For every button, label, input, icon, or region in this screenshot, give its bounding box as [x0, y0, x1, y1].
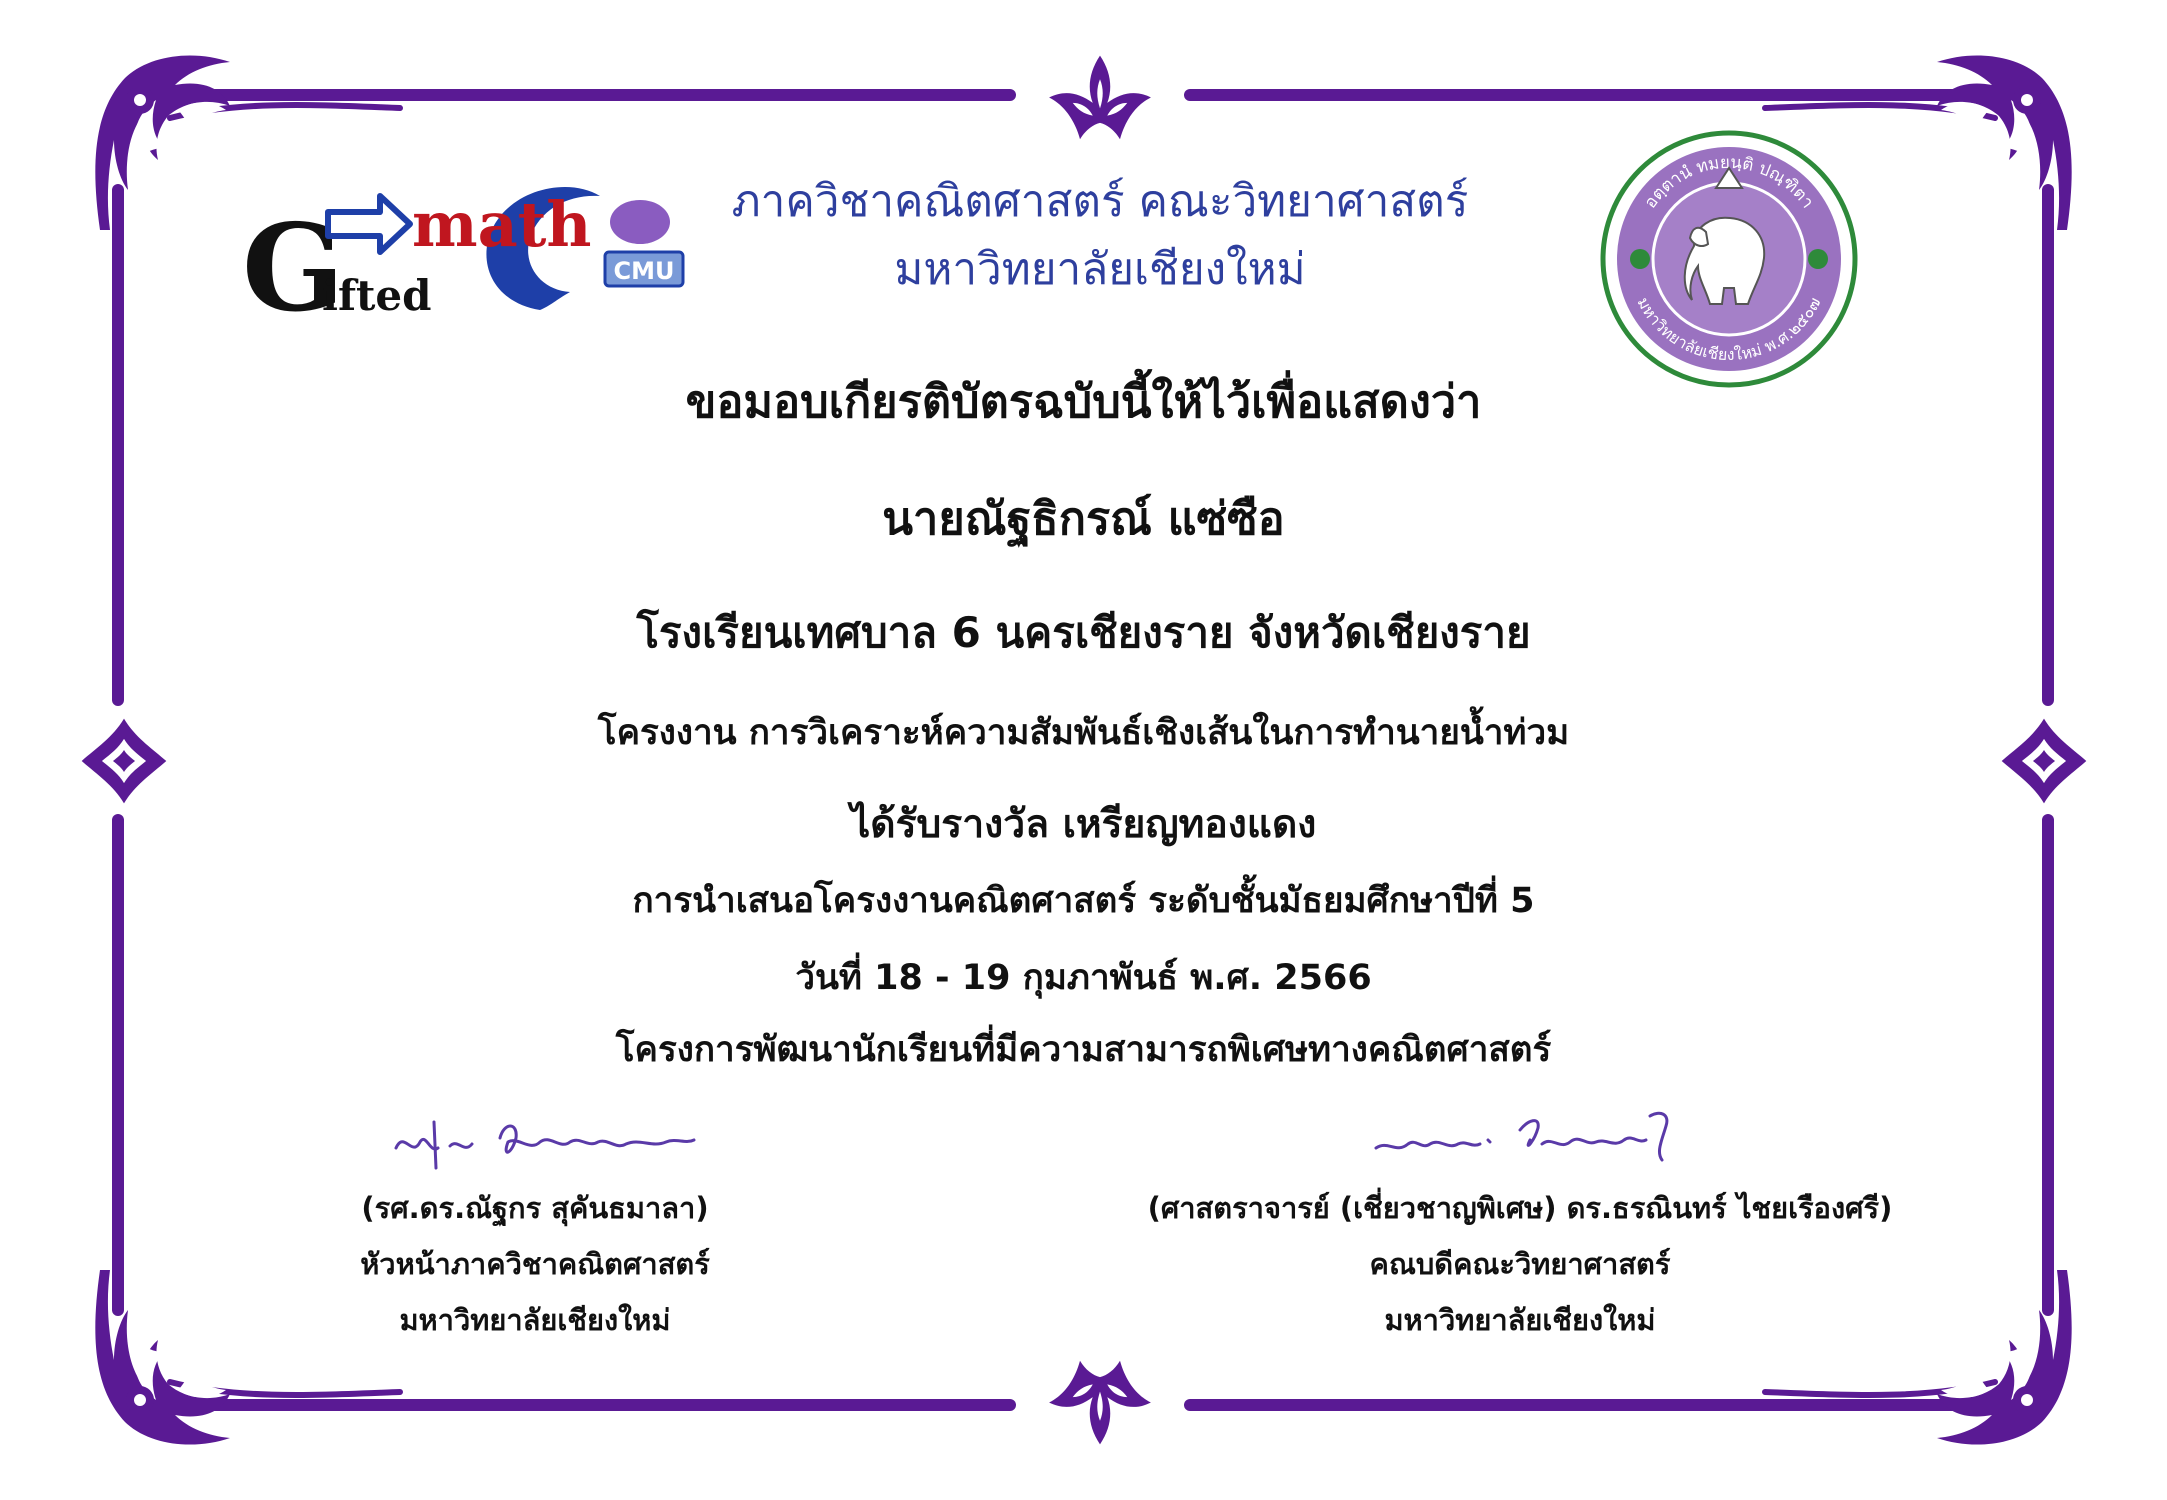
logo-cmu: CMU [614, 257, 675, 285]
flower-icon [1630, 249, 1650, 269]
department-name: ภาควิชาคณิตศาสตร์ คณะวิทยาศาสตร์ [731, 176, 1469, 227]
project-title: โครงงาน การวิเคราะห์ความสัมพันธ์เชิงเส้น… [597, 713, 1570, 753]
award-line: ได้รับรางวัล เหรียญทองแดง [850, 802, 1317, 847]
signer-right-name: (ศาสตราจารย์ (เชี่ยวชาญพิเศษ) ดร.ธรณินทร… [1147, 1191, 1893, 1225]
department-header: ภาควิชาคณิตศาสตร์ คณะวิทยาศาสตร์ มหาวิทย… [700, 168, 1500, 304]
elephant-icon [610, 200, 670, 244]
signature-right [1374, 1111, 1669, 1162]
school-name: โรงเรียนเทศบาล 6 นครเชียงราย จังหวัดเชีย… [636, 608, 1531, 657]
signer-right-position: คณบดีคณะวิทยาศาสตร์ [1369, 1247, 1671, 1281]
event-date: วันที่ 18 - 19 กุมภาพันธ์ พ.ศ. 2566 [795, 958, 1372, 998]
logo-ifted: ifted [322, 271, 432, 320]
signer-left-name: (รศ.ดร.ณัฐกร สุคันธมาลา) [361, 1191, 709, 1225]
signer-left-position: หัวหน้าภาควิชาคณิตศาสตร์ [360, 1247, 710, 1281]
certificate-intro: ขอมอบเกียรติบัตรฉบับนี้ให้ไว้เพื่อแสดงว่… [685, 375, 1482, 428]
signer-left-org: มหาวิทยาลัยเชียงใหม่ [399, 1303, 671, 1337]
signer-right: (ศาสตราจารย์ (เชี่ยวชาญพิเศษ) ดร.ธรณินทร… [1090, 1180, 1950, 1348]
logo-math: math [412, 188, 592, 261]
signer-right-org: มหาวิทยาลัยเชียงใหม่ [1384, 1303, 1656, 1337]
signer-left: (รศ.ดร.ณัฐกร สุคันธมาลา) หัวหน้าภาควิชาค… [290, 1180, 780, 1348]
gifted-math-cmu-logo: G ifted math CMU [240, 160, 690, 339]
recipient-name: นายณัฐธิกรณ์ แซ่ซือ [882, 492, 1285, 545]
program-name: โครงการพัฒนานักเรียนที่มีความสามารถพิเศษ… [615, 1030, 1552, 1070]
signature-left [394, 1120, 696, 1170]
event-line: การนำเสนอโครงงานคณิตศาสตร์ ระดับชั้นมัธย… [632, 881, 1535, 921]
cmu-seal: อตฺตานํ ทมยนฺติ ปณฺฑิตา มหาวิทยาลัยเชียง… [1598, 128, 1860, 390]
university-name: มหาวิทยาลัยเชียงใหม่ [894, 244, 1306, 295]
certificate: G ifted math CMU ภาควิชาคณิตศาสตร์ คณะวิ… [0, 0, 2167, 1500]
